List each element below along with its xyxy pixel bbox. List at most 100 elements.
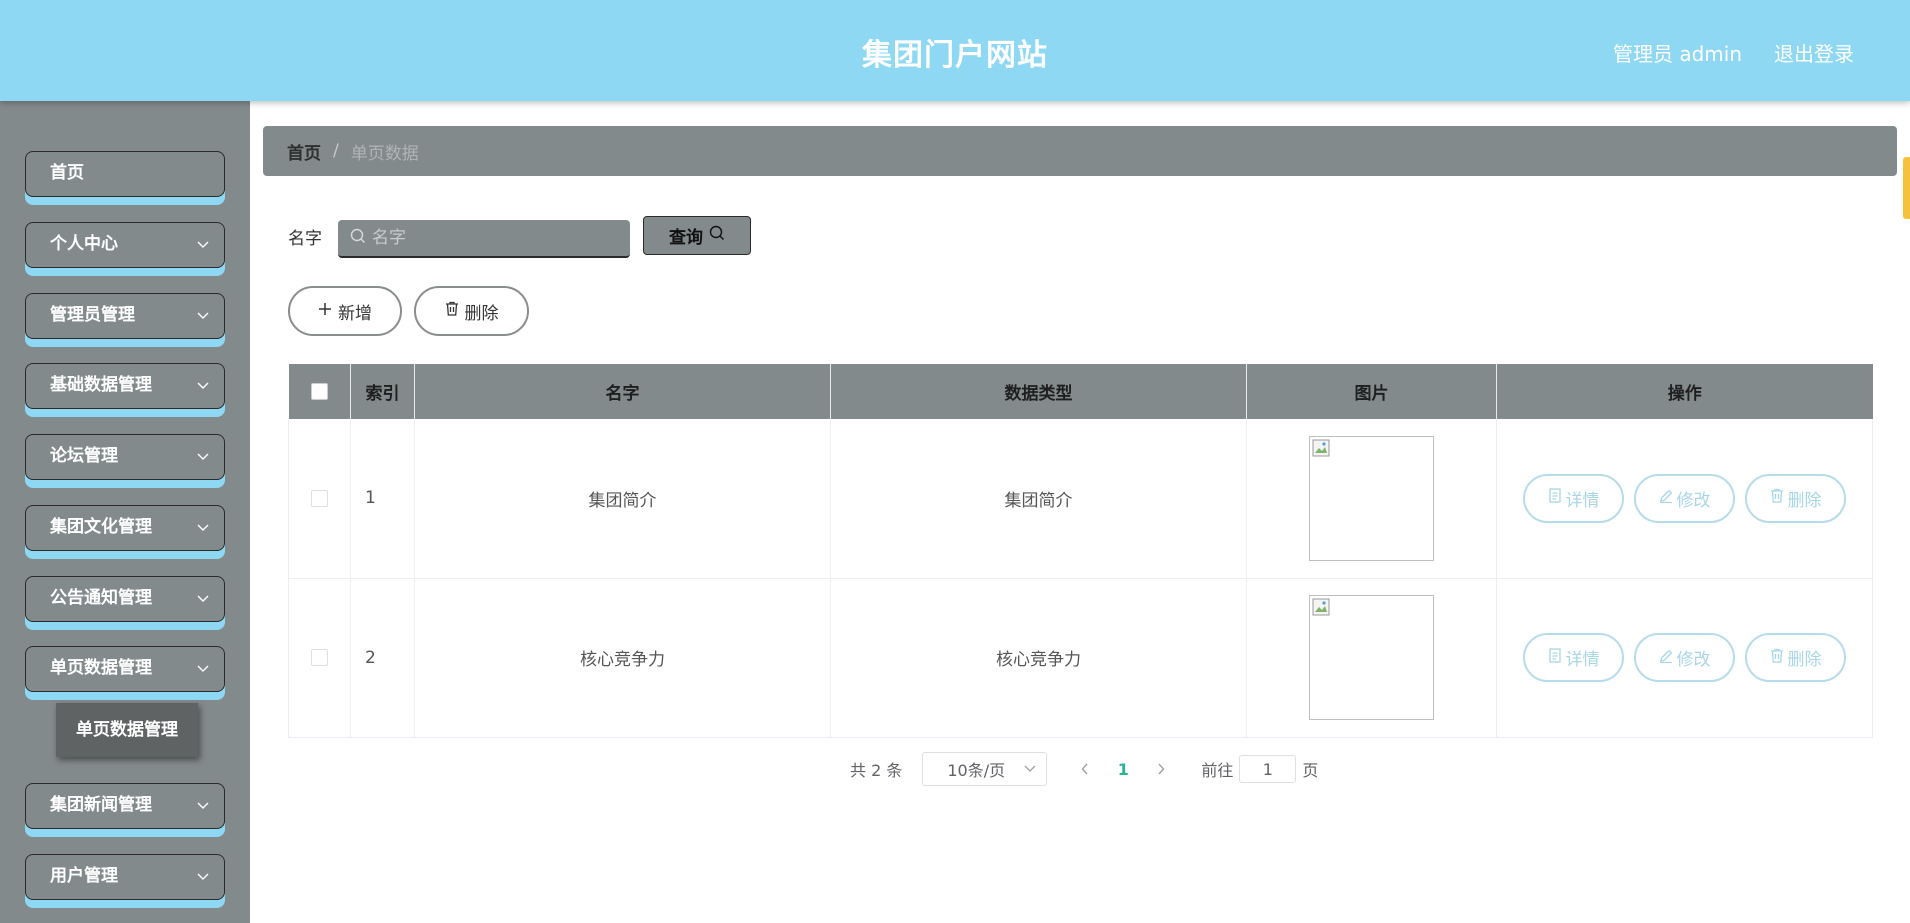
breadcrumb-home[interactable]: 首页 [287,139,321,164]
sidebar-item-single-page[interactable]: 单页数据管理 [25,646,225,692]
delete-button[interactable]: 删除 [1745,633,1846,682]
column-header-name: 名字 [414,364,831,419]
delete-button-label: 删除 [1787,650,1822,670]
row-image-cell [1246,419,1497,579]
broken-image-icon [1312,598,1330,621]
row-name: 集团简介 [414,419,831,579]
sidebar-item-users[interactable]: 用户管理 [25,854,225,900]
edit-button-label: 修改 [1676,490,1711,511]
add-button[interactable]: 新增 [288,286,402,336]
row-checkbox[interactable] [311,489,328,507]
sidebar-item-culture[interactable]: 集团文化管理 [25,505,225,551]
query-button[interactable]: 查询 [643,216,751,255]
sidebar-item-label: 首页 [50,163,84,183]
row-type: 集团简介 [830,419,1247,579]
document-icon [1548,488,1562,508]
sidebar-item-label: 集团文化管理 [50,517,152,537]
row-type: 核心竞争力 [830,578,1247,738]
current-user: 管理员 admin [1612,42,1742,66]
column-header-image: 图片 [1246,364,1497,419]
select-all-checkbox[interactable] [310,383,328,400]
column-header-type: 数据类型 [830,364,1247,419]
edit-button[interactable]: 修改 [1634,633,1735,682]
sidebar-item-label: 论坛管理 [50,446,118,466]
sidebar-item-label: 用户管理 [50,866,118,886]
table-row: 2 核心竞争力 核心竞争力 详情 修改 删除 [288,578,1873,738]
detail-button[interactable]: 详情 [1523,473,1624,523]
sidebar-item-personal-center[interactable]: 个人中心 [25,222,225,268]
row-image[interactable] [1309,595,1434,720]
delete-button-label: 删除 [464,303,499,324]
sidebar-item-forum[interactable]: 论坛管理 [25,434,225,480]
search-input[interactable] [372,228,612,248]
chevron-down-icon [196,855,210,898]
sidebar-item-label: 公告通知管理 [50,588,152,608]
goto-label: 前往 [1201,761,1234,780]
trash-icon [445,301,459,321]
query-button-label: 查询 [669,228,703,248]
chevron-down-icon [196,577,210,620]
row-ops-cell: 详情 修改 删除 [1496,419,1873,579]
detail-button[interactable]: 详情 [1523,633,1624,682]
pagination: 共 2 条 10条/页 1 前往 页 [850,752,1318,786]
page-number-current[interactable]: 1 [1099,760,1147,779]
column-header-ops: 操作 [1496,364,1873,419]
delete-button[interactable]: 删除 [1745,473,1846,523]
trash-icon [1770,488,1784,508]
search-field[interactable] [338,220,630,258]
scrollbar-thumb[interactable] [1903,157,1910,219]
row-image-cell [1246,578,1497,738]
goto-page-input[interactable] [1239,755,1297,783]
broken-image-icon [1312,439,1330,462]
search-label: 名字 [288,229,322,249]
table-header-row: 索引 名字 数据类型 图片 操作 [288,364,1873,419]
row-checkbox[interactable] [311,649,328,666]
column-header-index: 索引 [350,364,415,419]
edit-button-label: 修改 [1676,650,1711,670]
logout-link[interactable]: 退出登录 [1774,38,1854,67]
submenu-item-single-page-data[interactable]: 单页数据管理 [56,703,198,757]
detail-button-label: 详情 [1565,650,1600,670]
sidebar-item-announcements[interactable]: 公告通知管理 [25,576,225,622]
delete-button-label: 删除 [1787,490,1822,511]
sidebar-item-label: 个人中心 [50,234,118,254]
batch-delete-button[interactable]: 删除 [414,286,529,336]
breadcrumb-current: 单页数据 [350,143,419,164]
prev-page-button[interactable] [1071,760,1099,779]
edit-button[interactable]: 修改 [1634,473,1735,523]
sidebar-item-basic-data[interactable]: 基础数据管理 [25,363,225,409]
sidebar-item-label: 管理员管理 [50,305,135,325]
breadcrumb-separator: / [333,141,339,161]
page-size-select[interactable]: 10条/页 [922,752,1048,786]
row-index: 2 [350,578,415,738]
chevron-down-icon [1024,753,1036,785]
sidebar-item-home[interactable]: 首页 [25,151,225,197]
row-image[interactable] [1309,435,1434,561]
sidebar-item-label: 集团新闻管理 [50,795,152,815]
data-table: 索引 名字 数据类型 图片 操作 1 集团简介 集团简介 详情 修改 删除 2 … [288,364,1873,738]
chevron-down-icon [196,647,210,690]
row-select-cell [288,578,351,738]
chevron-down-icon [196,223,210,266]
chevron-down-icon [196,364,210,407]
chevron-down-icon [196,784,210,827]
search-icon [709,225,725,246]
app-header: 集团门户网站 管理员 admin 退出登录 [0,0,1910,101]
plus-icon [318,301,332,321]
sidebar-item-admin-management[interactable]: 管理员管理 [25,293,225,339]
pagination-total: 共 2 条 [850,761,903,780]
chevron-down-icon [196,506,210,549]
chevron-down-icon [196,294,210,337]
pencil-icon [1659,488,1673,508]
row-index: 1 [350,419,415,579]
goto-suffix: 页 [1302,761,1319,780]
row-name: 核心竞争力 [414,578,831,738]
select-all-cell [288,364,351,419]
sidebar: 首页 个人中心 管理员管理 基础数据管理 论坛管理 集团文化管理 公告通知管理 … [0,101,250,923]
chevron-down-icon [196,435,210,478]
document-icon [1548,647,1562,668]
add-button-label: 新增 [338,303,372,324]
sidebar-item-news[interactable]: 集团新闻管理 [25,783,225,829]
next-page-button[interactable] [1147,760,1175,779]
row-select-cell [288,419,351,579]
